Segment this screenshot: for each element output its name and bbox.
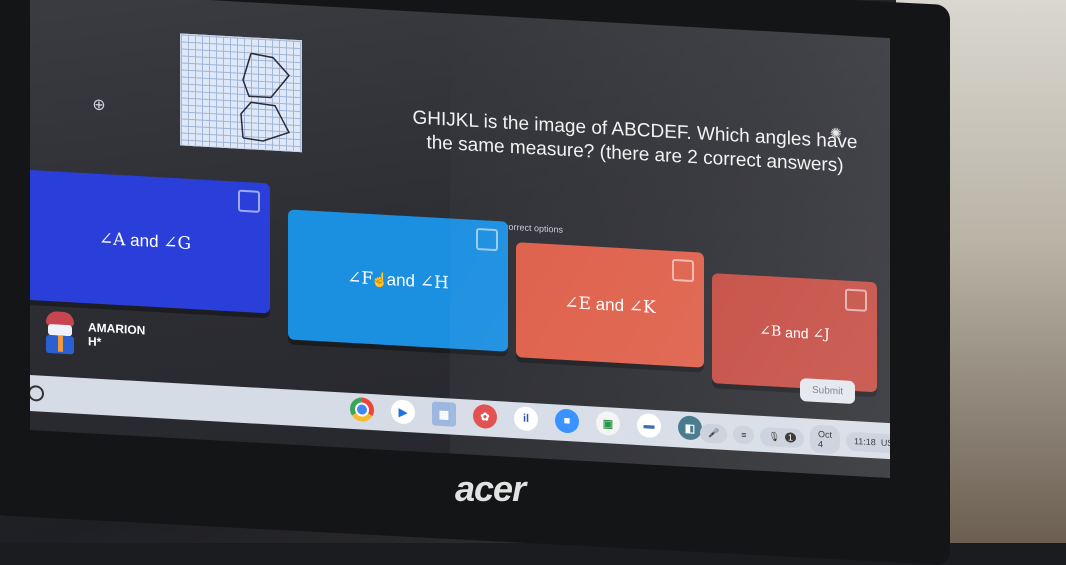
paint-palette-icon[interactable]: ✿ [473, 403, 497, 430]
time-text: 11:18 [853, 436, 876, 448]
google-classroom-icon[interactable]: ▣ [596, 410, 620, 436]
option-angle-2: ∠G [163, 232, 192, 255]
answer-option-f-h[interactable]: ∠F ☝ and ∠H [288, 209, 508, 352]
playlist-icon: ≡ [741, 429, 747, 441]
polygon-ghijkl [240, 101, 291, 142]
option-and: and [595, 294, 625, 315]
answer-option-b-j[interactable]: ∠B and ∠J [712, 273, 877, 393]
mic-status-icon: 🎙 [768, 430, 780, 442]
submit-button[interactable]: Submit [800, 378, 856, 405]
polygon-figure [240, 52, 291, 142]
polygon-abcdef [242, 52, 290, 99]
status-area[interactable]: 11:18US▾▮ [845, 431, 890, 455]
laptop-screen: ⊕ ✺ GHIJKL is the image of ABCDEF. Which… [30, 0, 890, 479]
zoom-in-icon[interactable]: ⊕ [88, 93, 110, 116]
card-app-icon[interactable]: ▬ [637, 412, 661, 439]
system-tray: 🎤 ≡ 🎙1 Oct 4 11:18US▾▮ [700, 418, 890, 458]
mic-button[interactable]: 🎤 [700, 422, 728, 444]
option-and: and [785, 324, 809, 342]
option-angle-2: ∠J [812, 325, 830, 343]
chrome-icon[interactable] [350, 396, 374, 423]
date-button[interactable]: Oct 4 [809, 424, 840, 455]
answer-option-e-k[interactable]: ∠E and ∠K [516, 242, 704, 368]
mic-icon: 🎤 [708, 427, 720, 439]
option-and: and [130, 230, 159, 252]
option-angle-1: ∠F [347, 267, 374, 290]
il-app-icon[interactable]: il [514, 406, 538, 432]
option-angle-1: ∠A [98, 228, 126, 251]
option-angle-2: ∠H [419, 271, 449, 294]
option-angle-1: ∠E [564, 292, 591, 314]
avatar [42, 310, 78, 355]
shelf-apps: ▶ ▦ ✿ il ■ ▣ ▬ ◧ [350, 396, 702, 441]
files-icon[interactable]: ▦ [432, 401, 456, 427]
notification-count: 1 [784, 432, 796, 443]
option-and: and [386, 269, 416, 291]
notifications-button[interactable]: 🎙 1 [760, 426, 804, 448]
option-angle-2: ∠K [628, 295, 656, 318]
option-checkbox[interactable] [476, 227, 498, 252]
option-checkbox[interactable] [238, 189, 260, 213]
playlist-button[interactable]: ≡ [733, 425, 755, 445]
play-store-icon[interactable]: ▶ [391, 399, 415, 425]
option-checkbox[interactable] [845, 288, 867, 312]
launcher-icon[interactable] [30, 384, 44, 402]
option-checkbox[interactable] [672, 258, 694, 283]
acer-logo: acer [455, 468, 526, 509]
screen-app-icon[interactable]: ◧ [678, 415, 702, 441]
option-angle-1: ∠B [759, 322, 782, 341]
question-text: GHIJKL is the image of ABCDEF. Which ang… [412, 107, 858, 177]
answer-option-a-g[interactable]: ∠A and ∠G [30, 169, 270, 314]
zoom-app-icon[interactable]: ■ [555, 408, 579, 434]
locale-text: US [880, 437, 890, 449]
question-graph-image[interactable] [180, 33, 302, 153]
date-text: Oct 4 [817, 429, 832, 450]
player-info: AMARION H* [42, 310, 145, 359]
